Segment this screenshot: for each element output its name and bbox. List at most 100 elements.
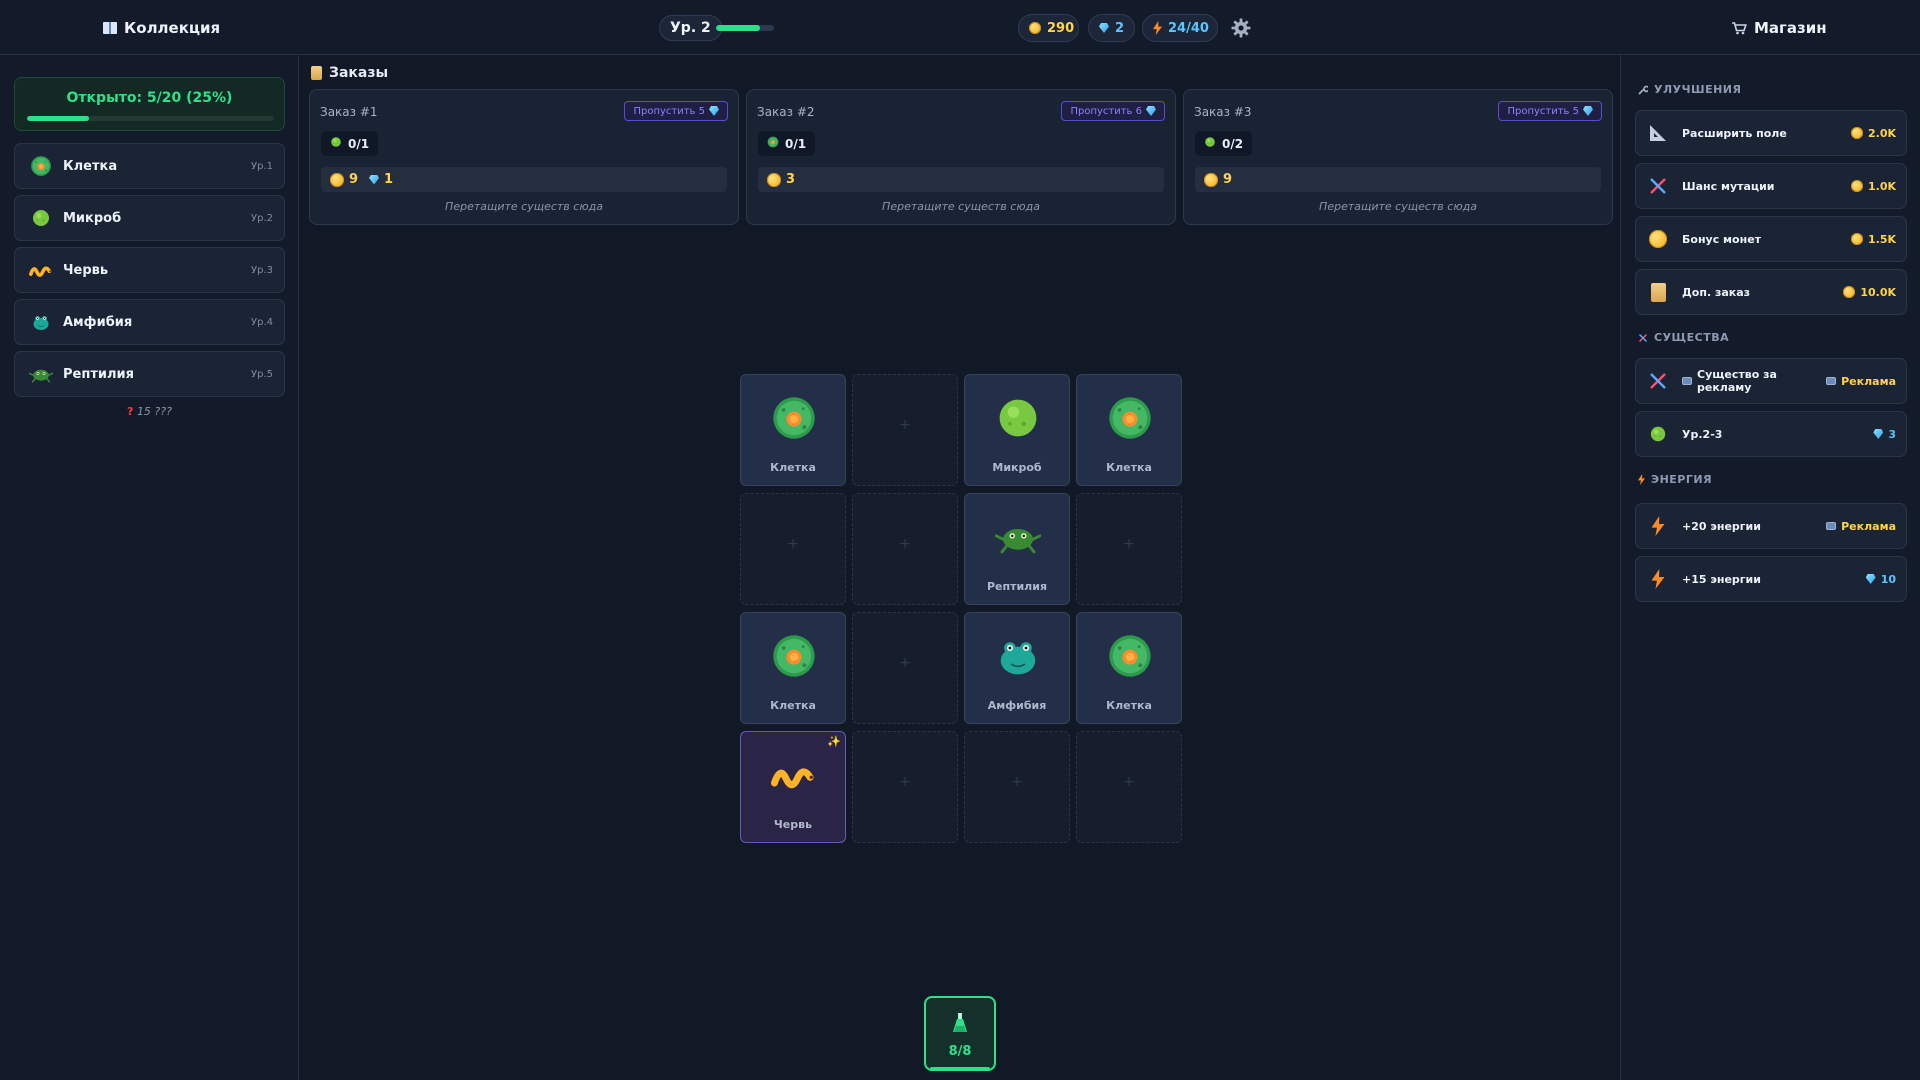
order-reward-coins: 9 <box>349 172 359 187</box>
upgrade-name: Бонус монет <box>1682 232 1762 246</box>
creatures-title: СУЩЕСТВА <box>1654 331 1730 344</box>
collection-progress-bar <box>27 116 274 121</box>
cell-icon <box>767 136 779 151</box>
grid-cell-empty[interactable]: + <box>852 374 958 486</box>
skip-order-label: Пропустить 6 <box>1070 105 1142 117</box>
microbe-icon <box>330 136 342 151</box>
coin-icon <box>1850 233 1863 245</box>
coin-icon <box>330 172 344 187</box>
grid-cell-worm[interactable]: Червь ✨ <box>740 731 846 843</box>
order-requirement: 0/2 <box>1195 131 1253 156</box>
energy-offer-price-value: 10 <box>1880 572 1896 586</box>
gem-icon <box>1865 574 1876 584</box>
worm-icon <box>27 256 55 284</box>
creatures-section-title: СУЩЕСТВА <box>1638 331 1729 344</box>
grid-cell-microbe[interactable]: Микроб <box>964 374 1070 486</box>
bolt-icon <box>1646 567 1670 591</box>
grid-cell-cell[interactable]: Клетка <box>1076 374 1182 486</box>
gear-icon[interactable] <box>1231 18 1251 38</box>
order-name: Заказ #1 <box>320 105 378 119</box>
collection-item-microbe[interactable]: Микроб Ур.2 <box>14 195 285 241</box>
order-name: Заказ #2 <box>757 105 815 119</box>
grid-cell-empty[interactable]: + <box>740 493 846 605</box>
gem-icon <box>1873 429 1884 439</box>
collection-item-level: Ур.5 <box>251 368 273 380</box>
microbe-icon <box>995 395 1041 441</box>
grid-cell-label: Червь <box>773 818 813 831</box>
creature-offer-name: Существо за рекламу <box>1682 368 1826 394</box>
order-requirement-count: 0/2 <box>1222 136 1244 151</box>
sparkle-icon: ✨ <box>827 735 841 748</box>
skip-order-button[interactable]: Пропустить 6 <box>1061 101 1165 121</box>
creature-level-2-3[interactable]: Ур.2-3 3 <box>1635 411 1907 457</box>
energy-offer-name: +15 энергии <box>1682 572 1761 586</box>
energy-offer-name: +20 энергии <box>1682 519 1761 533</box>
scroll-icon <box>311 66 322 80</box>
creature-offer-label: Существо за рекламу <box>1697 368 1777 394</box>
energy-plus-15[interactable]: +15 энергии 10 <box>1635 556 1907 602</box>
collection-item-name: Клетка <box>63 158 118 174</box>
dna-icon <box>1646 174 1670 198</box>
collection-item-reptile[interactable]: Рептилия Ур.5 <box>14 351 285 397</box>
order-card[interactable]: Заказ #3 Пропустить 5 0/2 9 Перетащите сущес… <box>1183 89 1613 225</box>
order-card[interactable]: Заказ #2 Пропустить 6 0/1 3 Перетащите сущес… <box>746 89 1176 225</box>
order-reward-coins: 3 <box>786 172 796 187</box>
shop-button[interactable]: Магазин <box>1731 14 1827 42</box>
collection-item-worm[interactable]: Червь Ур.3 <box>14 247 285 293</box>
grid-cell-reptile[interactable]: Рептилия <box>964 493 1070 605</box>
collection-item-level: Ур.4 <box>251 316 273 328</box>
upgrade-extra-order[interactable]: Доп. заказ 10.0K <box>1635 269 1907 315</box>
energy-plus-20[interactable]: +20 энергии Реклама <box>1635 503 1907 549</box>
coins-counter: 290 <box>1018 14 1079 42</box>
collection-button[interactable]: Коллекция <box>103 14 220 42</box>
empty-cell-plus: + <box>787 536 799 552</box>
order-drop-hint: Перетащите существ сюда <box>882 200 1040 213</box>
order-drop-hint: Перетащите существ сюда <box>1319 200 1477 213</box>
grid-cell-amphibian[interactable]: Амфибия <box>964 612 1070 724</box>
gem-icon <box>369 174 380 185</box>
collection-item-cell[interactable]: Клетка Ур.1 <box>14 143 285 189</box>
spawn-button[interactable]: 8/8 <box>924 996 996 1071</box>
upgrade-name: Шанс мутации <box>1682 179 1775 193</box>
skip-order-button[interactable]: Пропустить 5 <box>624 101 728 121</box>
grid-cell-empty[interactable]: + <box>852 731 958 843</box>
ruler-icon <box>1646 121 1670 145</box>
cell-icon <box>1107 395 1153 441</box>
collection-panel: Открыто: 5/20 (25%) Клетка Ур.1 Микроб У… <box>0 55 299 1080</box>
grid-cell-empty[interactable]: + <box>852 612 958 724</box>
grid-cell-cell[interactable]: Клетка <box>740 612 846 724</box>
upgrade-expand-field[interactable]: Расширить поле 2.0K <box>1635 110 1907 156</box>
upgrade-mutation-chance[interactable]: Шанс мутации 1.0K <box>1635 163 1907 209</box>
amphibian-icon <box>995 633 1041 679</box>
dna-icon <box>1638 333 1648 342</box>
collection-label: Коллекция <box>124 19 221 37</box>
order-card[interactable]: Заказ #1 Пропустить 5 0/1 9 1 Перетащите суще… <box>309 89 739 225</box>
grid-cell-empty[interactable]: + <box>1076 493 1182 605</box>
order-reward: 9 <box>1195 167 1601 192</box>
skip-order-button[interactable]: Пропустить 5 <box>1498 101 1602 121</box>
xp-progress-fill <box>716 25 760 31</box>
upgrade-coin-bonus[interactable]: Бонус монет 1.5K <box>1635 216 1907 262</box>
empty-cell-plus: + <box>899 774 911 790</box>
creature-offer-price-value: Реклама <box>1841 374 1896 388</box>
grid-cell-empty[interactable]: + <box>852 493 958 605</box>
creature-for-ad[interactable]: Существо за рекламу Реклама <box>1635 358 1907 404</box>
shop-label: Магазин <box>1754 19 1827 37</box>
creature-offer-price: Реклама <box>1826 375 1896 388</box>
upgrade-price: 1.0K <box>1850 180 1896 193</box>
gems-counter: 2 <box>1088 14 1135 42</box>
collection-item-amphibian[interactable]: Амфибия Ур.4 <box>14 299 285 345</box>
grid-cell-empty[interactable]: + <box>1076 731 1182 843</box>
collection-progress-fill <box>27 116 89 121</box>
book-icon <box>103 22 117 34</box>
wrench-icon <box>1638 85 1648 95</box>
bolt-icon <box>1638 474 1645 485</box>
grid-cell-cell[interactable]: Клетка <box>1076 612 1182 724</box>
collection-item-name: Рептилия <box>63 366 134 382</box>
shop-panel: УЛУЧШЕНИЯ Расширить поле 2.0K Шанс мутац… <box>1620 55 1920 1080</box>
grid-cell-empty[interactable]: + <box>964 731 1070 843</box>
order-reward-gems: 1 <box>384 172 394 187</box>
grid-cell-cell[interactable]: Клетка <box>740 374 846 486</box>
microbe-icon <box>1204 136 1216 151</box>
xp-progress-bar <box>716 25 774 31</box>
